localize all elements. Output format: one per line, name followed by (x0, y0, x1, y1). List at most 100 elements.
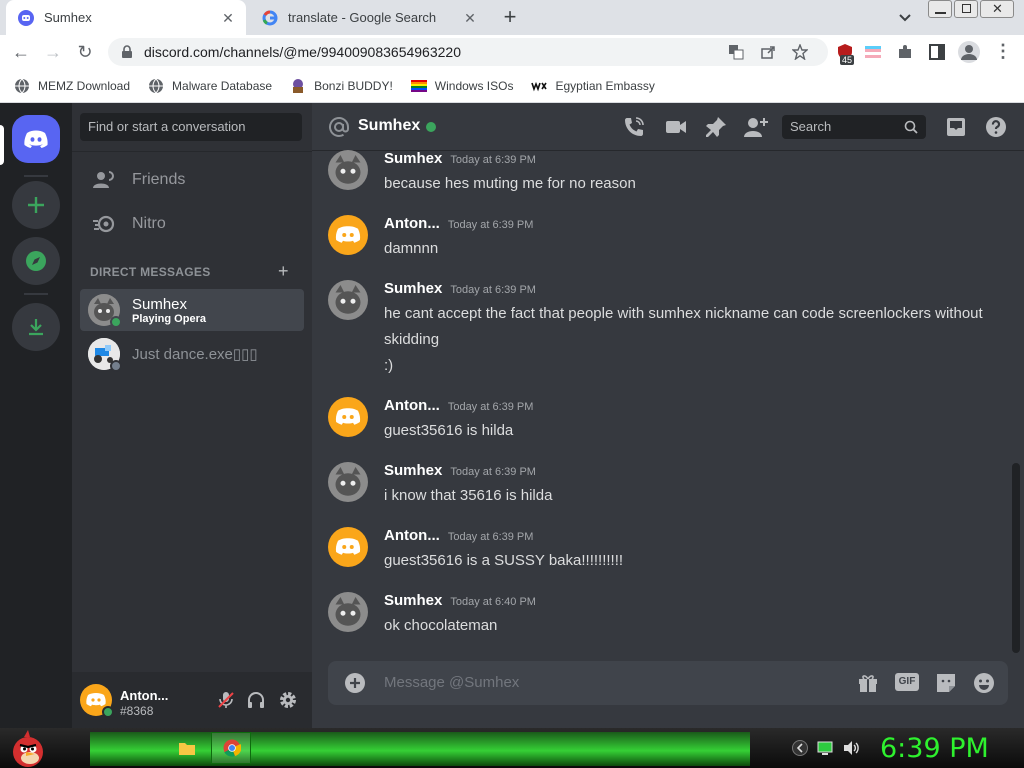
message-composer[interactable]: Message @Sumhex GIF (328, 661, 1008, 705)
avatar[interactable] (328, 150, 368, 190)
back-button[interactable]: ← (8, 39, 34, 65)
restore-button[interactable] (954, 0, 978, 18)
user-avatar[interactable] (80, 684, 114, 718)
bookmark-egyptian-embassy[interactable]: Egyptian Embassy (531, 78, 655, 94)
attach-plus-icon[interactable] (344, 672, 366, 694)
add-server-button[interactable] (12, 181, 60, 229)
download-icon (29, 319, 43, 336)
chat-scrollbar[interactable] (1012, 463, 1020, 653)
explore-servers-button[interactable] (12, 237, 60, 285)
home-button[interactable] (12, 115, 60, 163)
message-author-name[interactable]: Anton... (384, 397, 440, 414)
minimize-button[interactable] (928, 0, 952, 18)
reload-button[interactable]: ↻ (72, 39, 98, 65)
inbox-icon[interactable] (944, 115, 968, 139)
user-name: Anton... (120, 688, 169, 703)
angry-bird-start-icon[interactable] (6, 728, 50, 768)
settings-gear-icon[interactable] (278, 690, 298, 710)
message-author[interactable]: Sumhex Today at 6:39 PM (384, 462, 536, 479)
gif-icon[interactable]: GIF (895, 673, 919, 691)
lock-icon (122, 45, 132, 58)
sticker-icon[interactable] (934, 671, 958, 695)
address-bar[interactable]: discord.com/channels/@me/994009083654963… (108, 38, 828, 66)
rail-divider (24, 175, 48, 177)
tab-close-icon[interactable]: ✕ (220, 10, 236, 26)
message-author-name[interactable]: Sumhex (384, 462, 442, 479)
message-author-name[interactable]: Anton... (384, 527, 440, 544)
avatar[interactable] (328, 527, 368, 567)
avatar[interactable] (328, 215, 368, 255)
tray-arrow-icon[interactable] (792, 740, 808, 756)
side-panel-icon[interactable] (928, 43, 946, 61)
video-call-icon[interactable] (664, 115, 688, 139)
avatar[interactable] (328, 397, 368, 437)
voice-call-icon[interactable] (622, 115, 646, 139)
create-dm-plus-icon[interactable]: + (278, 261, 289, 282)
message-timestamp: Today at 6:39 PM (447, 531, 534, 543)
dm-item-just-dance[interactable]: Just dance.exe▯▯▯ (80, 333, 304, 375)
message-line: because hes muting me for no reason (384, 175, 636, 192)
message-input[interactable]: Message @Sumhex (384, 674, 519, 691)
kebab-menu-icon[interactable]: ⋮ (994, 41, 1012, 62)
message-author-name[interactable]: Sumhex (384, 592, 442, 609)
avatar[interactable] (328, 592, 368, 632)
new-tab-button[interactable]: + (498, 6, 522, 30)
translate-icon[interactable] (728, 44, 744, 60)
chevron-down-icon[interactable] (896, 8, 914, 26)
trans-flag-extension-icon[interactable] (864, 43, 882, 61)
message-author[interactable]: Sumhex Today at 6:39 PM (384, 280, 536, 297)
folder-icon[interactable] (178, 739, 196, 757)
sidebar-item-friends[interactable]: Friends (80, 159, 304, 201)
taskbar-clock[interactable]: 6:39 PM (880, 733, 989, 764)
message-author[interactable]: Sumhex Today at 6:39 PM (384, 150, 536, 167)
nitro-icon (93, 215, 115, 233)
channel-name: Sumhex (358, 117, 421, 134)
message-author-name[interactable]: Anton... (384, 215, 440, 232)
forward-button[interactable]: → (40, 39, 66, 65)
tab-close-icon[interactable]: ✕ (462, 10, 478, 26)
dm-item-sumhex[interactable]: Sumhex Playing Opera (80, 289, 304, 331)
bookmark-malware-db[interactable]: Malware Database (148, 78, 272, 94)
message-author[interactable]: Anton... Today at 6:39 PM (384, 215, 533, 232)
tab-sumhex[interactable]: Sumhex ✕ (6, 0, 246, 35)
bookmark-memz[interactable]: MEMZ Download (14, 78, 130, 94)
help-icon[interactable] (984, 115, 1008, 139)
volume-icon[interactable] (842, 739, 860, 757)
network-icon[interactable] (816, 739, 834, 757)
share-icon[interactable] (760, 44, 776, 60)
chat-search-input[interactable]: Search (782, 115, 926, 139)
taskbar-chrome-button[interactable] (211, 732, 251, 764)
profile-avatar-icon[interactable] (958, 41, 980, 63)
avatar[interactable] (328, 462, 368, 502)
message-line: he cant accept the fact that people with… (384, 305, 983, 348)
add-friend-icon[interactable] (744, 115, 768, 139)
close-window-button[interactable]: ✕ (980, 0, 1014, 18)
bookmark-bonzi[interactable]: Bonzi BUDDY! (290, 78, 393, 94)
extension-badge: 45 (840, 55, 855, 65)
message-author[interactable]: Sumhex Today at 6:40 PM (384, 592, 536, 609)
find-conversation-button[interactable]: Find or start a conversation (80, 113, 302, 141)
headphones-icon[interactable] (246, 690, 266, 710)
puzzle-extensions-icon[interactable] (896, 43, 914, 61)
message-author[interactable]: Anton... Today at 6:39 PM (384, 527, 533, 544)
tab-google-search[interactable]: translate - Google Search ✕ (250, 0, 488, 35)
gift-icon[interactable] (856, 671, 880, 695)
pin-icon[interactable] (704, 115, 728, 139)
bookmark-star-icon[interactable] (792, 44, 808, 60)
selected-pill (0, 125, 4, 165)
avatar[interactable] (328, 280, 368, 320)
message-author[interactable]: Anton... Today at 6:39 PM (384, 397, 533, 414)
mic-muted-icon[interactable] (216, 690, 236, 710)
compass-icon (26, 251, 46, 271)
message-author-name[interactable]: Sumhex (384, 280, 442, 297)
bookmark-windows-isos[interactable]: Windows ISOs (410, 78, 513, 94)
sidebar-item-nitro[interactable]: Nitro (80, 203, 304, 245)
message-author-name[interactable]: Sumhex (384, 150, 442, 167)
download-apps-button[interactable] (12, 303, 60, 351)
emoji-icon[interactable] (972, 671, 996, 695)
browser-toolbar: ← → ↻ discord.com/channels/@me/994009083… (0, 35, 1024, 69)
offline-status-dot (110, 360, 122, 372)
bookmark-label: Egyptian Embassy (555, 78, 655, 93)
discord-logo-icon (24, 130, 48, 148)
dm-name: Sumhex (132, 295, 188, 313)
